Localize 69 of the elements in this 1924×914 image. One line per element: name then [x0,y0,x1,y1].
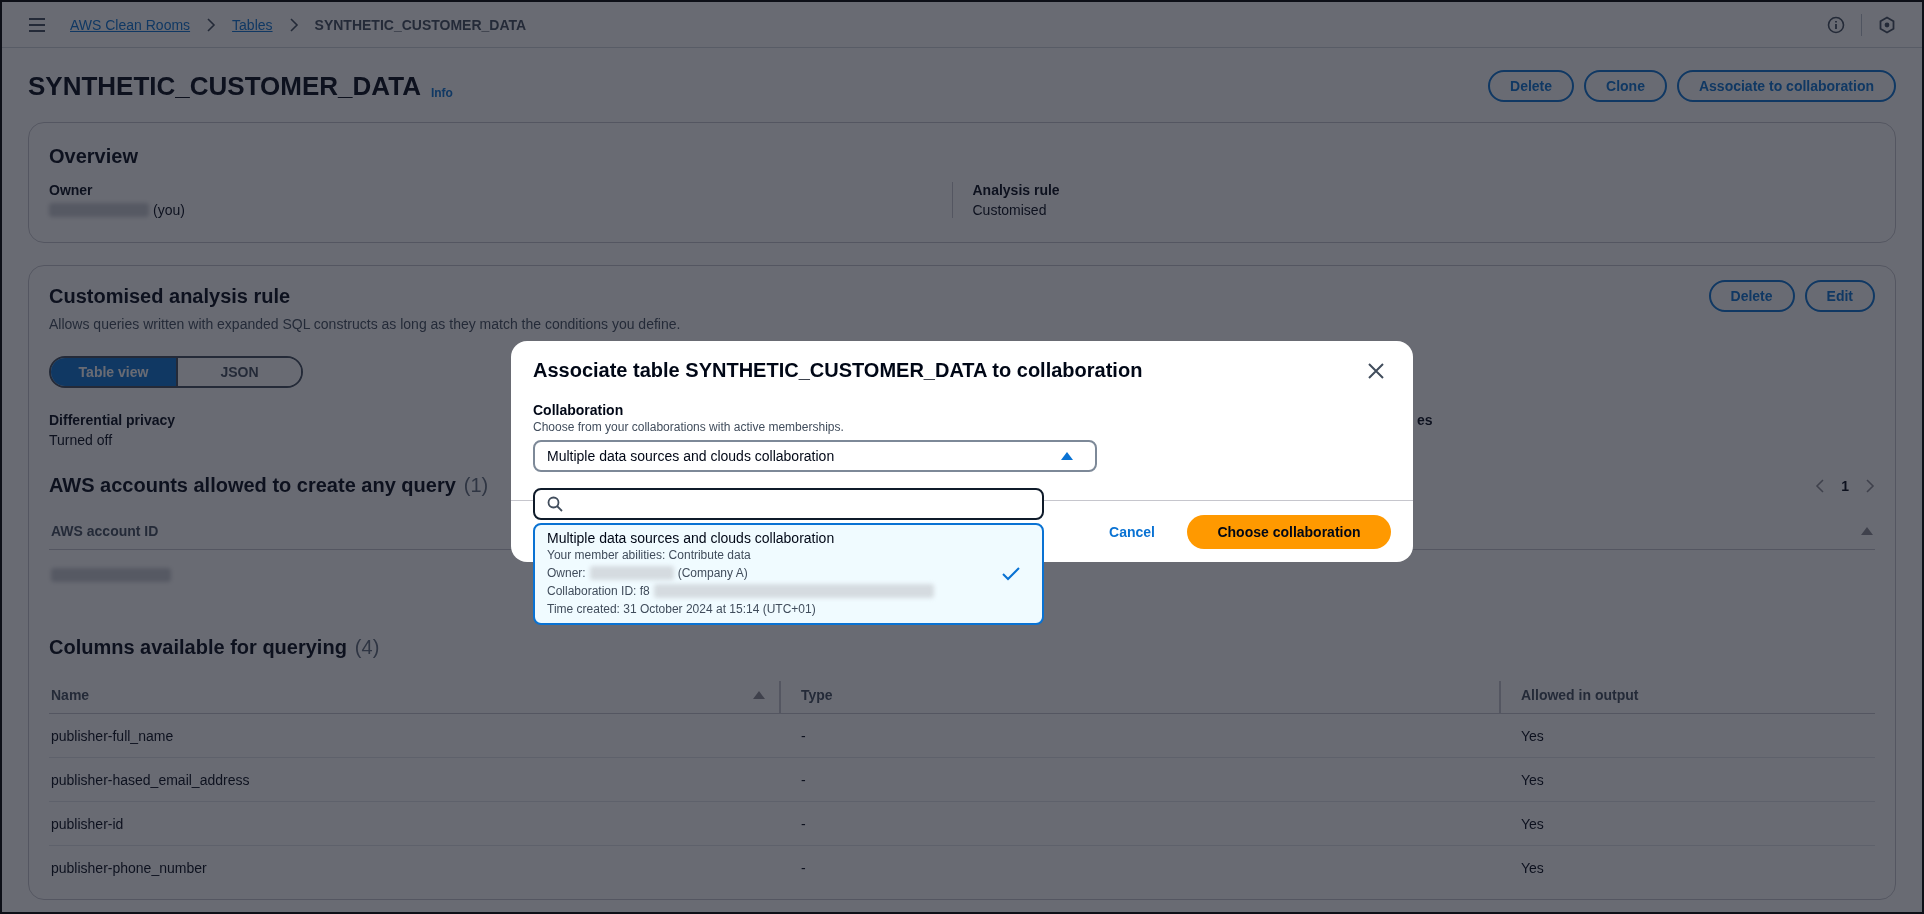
cancel-link[interactable]: Cancel [1109,523,1155,540]
breadcrumb-link[interactable]: AWS Clean Rooms [70,16,191,33]
option-detail: Owner: [547,565,586,582]
dialog-title: Associate table SYNTHETIC_CUSTOMER_DATA to collaboration [533,359,1143,382]
action-button[interactable]: Delete [1488,70,1575,102]
field-label: Owner [49,182,94,198]
chevron-right-icon[interactable] [1865,477,1875,494]
view-toggle[interactable]: JSON [176,358,301,386]
dropdown-option[interactable]: Multiple data sources and clouds collaboration Your member abilities: Contribute data Owner: (Company A) Collaboration ID: f8 Time created: 31 October 2024 at 15:14 (UTC+01) [533,523,1044,625]
chevron-left-icon[interactable] [1815,477,1826,494]
choose-collaboration-button[interactable]: Choose collaboration [1187,514,1391,549]
info-icon[interactable] [1827,15,1845,34]
chevron-right-icon [206,17,217,32]
menu-icon[interactable] [28,17,46,32]
option-title: Multiple data sources and clouds collaboration [547,530,836,546]
sort-icon[interactable] [753,691,765,699]
page-number[interactable]: 1 [1841,477,1849,494]
checkmark-icon [1002,567,1020,581]
item-count: (1) [463,474,489,497]
card-title: Customised analysis rule [49,284,291,308]
action-button[interactable]: Delete [1708,280,1795,312]
column-header[interactable]: Type [801,687,833,703]
option-detail: Your member abilities: Contribute data [547,547,752,564]
table-cell-text: - [800,727,807,744]
option-detail: Collaboration ID: f8 [547,583,650,600]
table-cell-text: Yes [1520,727,1545,744]
section-title: Columns available for querying [49,636,347,659]
page-title: SYNTHETIC_CUSTOMER_DATA [28,70,421,102]
field-value: Turned off [49,432,114,448]
view-toggle[interactable]: Table view [51,358,176,386]
close-icon[interactable] [1367,361,1385,380]
action-button[interactable]: Edit [1804,280,1875,312]
search-field[interactable] [533,488,1044,520]
sort-icon[interactable] [1861,527,1873,535]
table-cell-text: Yes [1520,815,1545,832]
breadcrumb-current: SYNTHETIC_CUSTOMER_DATA [314,16,527,33]
table-cell-text: publisher-hased_email_address [50,771,251,788]
action-button[interactable]: Associate to collaboration [1676,70,1896,102]
option-detail: Time created: 31 October 2024 at 15:14 (UTC+01) [547,601,817,618]
table-cell-text: - [800,859,807,876]
column-header[interactable]: Name [51,687,90,703]
section-title: AWS accounts allowed to create any query [49,474,456,497]
collaboration-select[interactable]: Multiple data sources and clouds collaboration [533,440,1097,472]
column-header[interactable]: AWS account ID [51,523,159,539]
field-label: Differential privacy [49,412,176,428]
action-button[interactable]: Clone [1584,70,1667,102]
option-detail: (Company A) [677,565,748,582]
table-cell-text: publisher-full_name [50,727,175,744]
field-label: es [1417,412,1434,428]
table-cell-text: Yes [1520,771,1545,788]
search-icon [547,496,563,512]
table-cell-text: - [800,771,807,788]
table-cell-text: publisher-phone_number [50,859,208,876]
settings-icon[interactable] [1878,15,1896,34]
item-count: (4) [354,636,380,659]
chevron-right-icon [288,17,299,32]
field-value: Customised [972,202,1047,218]
table-cell-text: - [800,815,807,832]
table-cell-text: publisher-id [50,815,125,832]
table-cell-text: Yes [1520,859,1545,876]
caret-up-icon [1061,452,1073,460]
breadcrumb-link[interactable]: Tables [232,16,273,33]
card-title: Overview [49,145,139,168]
column-header[interactable]: Allowed in output [1521,687,1639,703]
card-description: Allows queries written with expanded SQL constructs as long as they match the conditions you define. [49,316,682,332]
field-description: Choose from your collaborations with active memberships. [533,420,845,434]
info-link[interactable]: Info [430,86,453,100]
field-label: Collaboration [533,402,625,418]
field-label: Analysis rule [972,182,1061,198]
